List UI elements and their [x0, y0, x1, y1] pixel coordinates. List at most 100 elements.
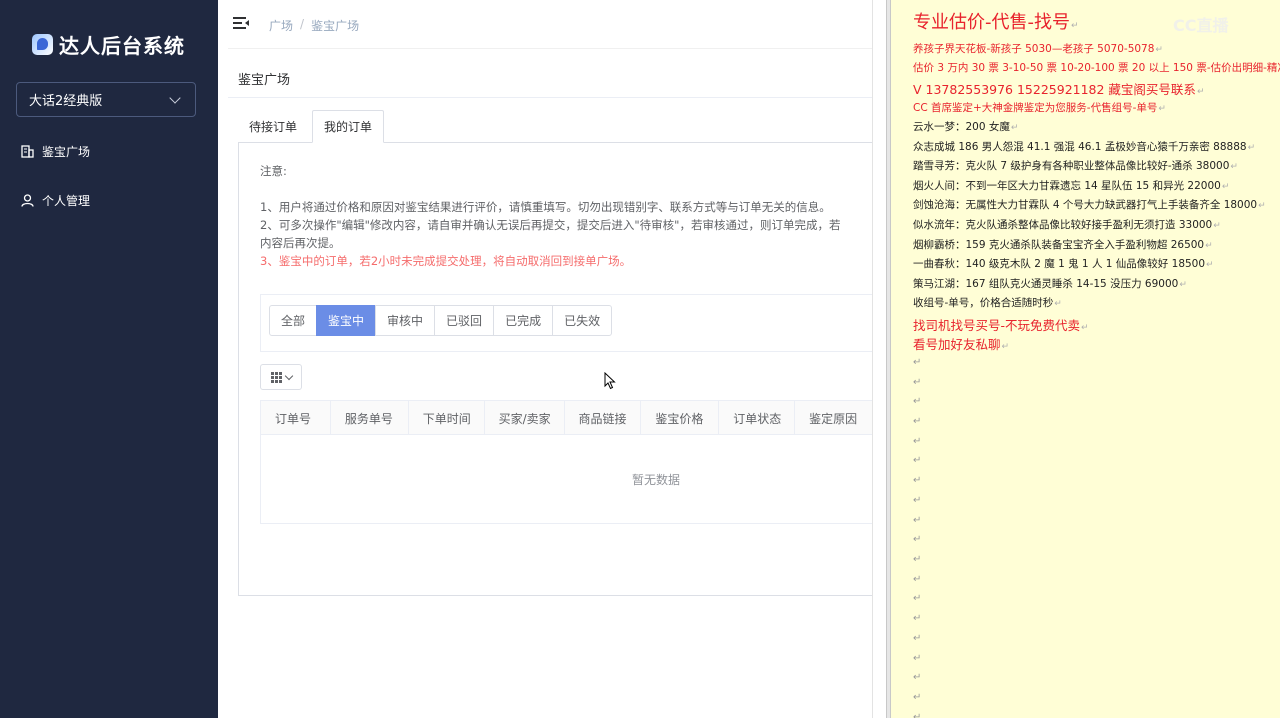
chevron-down-icon — [284, 371, 293, 380]
breadcrumb-item[interactable]: 广场 — [269, 17, 293, 34]
notice-line: 1、用户将通过价格和原因对鉴宝结果进行评价，请慎重填写。切勿出现错别字、联系方式… — [260, 200, 831, 214]
paragraph-mark-icon: ↵ — [913, 692, 922, 703]
paragraph-mark-icon: ↵ — [913, 436, 922, 447]
note-line: 找司机找号买号-不玩免费代卖↵ — [913, 318, 1089, 333]
sidebar: 达人后台系统 大话2经典版 鉴宝广场 个人管理 — [0, 0, 218, 718]
paragraph-mark-icon: ↵ — [913, 455, 922, 466]
paragraph-mark-icon: ↵ — [913, 396, 922, 407]
notice: 注意: 1、用户将通过价格和原因对鉴宝结果进行评价，请慎重填写。切勿出现错别字、… — [260, 162, 886, 270]
paragraph-mark-icon: ↵ — [913, 475, 922, 486]
paragraph-mark-icon: ↵ — [1010, 123, 1019, 133]
filter-rejected-button[interactable]: 已驳回 — [434, 305, 495, 336]
paragraph-mark-icon: ↵ — [1230, 162, 1238, 172]
note-line: 踏雪寻芳：克火队 7 级护身有各种职业整体品像比较好-通杀 38000↵ — [913, 160, 1238, 172]
notice-heading: 注意: — [260, 164, 287, 178]
paragraph-mark-icon: ↵ — [913, 416, 922, 427]
paragraph-mark-icon: ↵ — [1054, 299, 1062, 309]
paragraph-mark-icon: ↵ — [1258, 201, 1266, 211]
game-select[interactable]: 大话2经典版 — [16, 82, 196, 117]
paragraph-mark-icon: ↵ — [913, 633, 922, 644]
filter-completed-button[interactable]: 已完成 — [493, 305, 554, 336]
sidebar-item-label: 鉴宝广场 — [42, 145, 91, 159]
screen: 达人后台系统 大话2经典版 鉴宝广场 个人管理 广场 / 鉴宝广场 鉴宝广场 待… — [0, 0, 1280, 718]
paragraph-mark-icon: ↵ — [913, 377, 922, 388]
column-toggle-button[interactable] — [260, 364, 302, 390]
paragraph-mark-icon: ↵ — [1196, 87, 1205, 97]
note-line: 似水流年：克火队通杀整体品像比较好接手盈利无须打造 33000↵ — [913, 219, 1221, 231]
orders-panel: 注意: 1、用户将通过价格和原因对鉴宝结果进行评价，请慎重填写。切勿出现错别字、… — [238, 142, 886, 596]
paragraph-mark-icon: ↵ — [1071, 21, 1079, 31]
filter-reviewing-button[interactable]: 审核中 — [375, 305, 436, 336]
orders-table: 订单号 服务单号 下单时间 买家/卖家 商品链接 鉴宝价格 订单状态 鉴定原因 … — [260, 400, 886, 524]
status-filter-group: 全部 鉴宝中 审核中 已驳回 已完成 已失效 — [269, 305, 613, 336]
paragraph-mark-icon: ↵ — [1247, 143, 1256, 153]
note-line: V 13782553976 15225921182 藏宝阁买号联系↵ — [913, 82, 1205, 97]
empty-text: 暂无数据 — [631, 472, 680, 487]
note-line: 估价 3 万内 30 票 3-10-50 票 10-20-100 票 20 以上… — [913, 62, 1280, 74]
tabs: 待接订单 我的订单 — [238, 110, 886, 143]
tab-my-orders[interactable]: 我的订单 — [312, 110, 384, 143]
notice-line: 内容后再次提。 — [260, 236, 341, 250]
filter-all-button[interactable]: 全部 — [269, 305, 318, 336]
column-header[interactable]: 订单号 — [261, 401, 331, 435]
note-line: 云水一梦：200 女魔↵ — [913, 121, 1019, 133]
sidebar-item-personal[interactable]: 个人管理 — [20, 192, 90, 209]
paragraph-mark-icon: ↵ — [1179, 280, 1187, 290]
breadcrumb-separator: / — [300, 17, 305, 31]
notice-warning: 3、鉴宝中的订单，若2小时未完成提交处理，将自动取消回到接单广场。 — [260, 254, 632, 268]
topbar: 广场 / 鉴宝广场 — [218, 0, 886, 48]
watermark: CC直播 — [1173, 16, 1229, 35]
column-header[interactable]: 鉴宝价格 — [641, 401, 720, 435]
note-line: 收组号-单号，价格合适随时秒↵ — [913, 297, 1062, 309]
column-header[interactable]: 买家/卖家 — [485, 401, 565, 435]
logo-icon — [32, 34, 53, 55]
paragraph-mark-icon: ↵ — [913, 672, 922, 683]
paragraph-mark-icon: ↵ — [1081, 323, 1089, 333]
notice-line: 2、可多次操作"编辑"修改内容，请自审并确认无误后再提交，提交后进入"待审核"，… — [260, 218, 841, 232]
status-filter-box: 全部 鉴宝中 审核中 已驳回 已完成 已失效 — [260, 294, 886, 352]
note-line: 剑蚀沧海：无属性大力甘霖队 4 个号大力缺武器打气上手装备齐全 18000↵ — [913, 199, 1266, 211]
page-header: 鉴宝广场 — [228, 48, 886, 98]
brand: 达人后台系统 — [32, 30, 185, 59]
paragraph-mark-icon: ↵ — [913, 515, 922, 526]
breadcrumb-item-current: 鉴宝广场 — [311, 19, 360, 33]
filter-expired-button[interactable]: 已失效 — [552, 305, 613, 336]
sidebar-item-label: 个人管理 — [42, 194, 91, 208]
column-header[interactable]: 订单状态 — [719, 401, 796, 435]
paragraph-mark-icon: ↵ — [913, 574, 922, 585]
sidebar-item-appraisal-square[interactable]: 鉴宝广场 — [20, 143, 90, 160]
paragraph-mark-icon: ↵ — [913, 613, 922, 624]
paragraph-mark-icon: ↵ — [913, 554, 922, 565]
mouse-cursor-icon — [604, 371, 616, 394]
note-line: 看号加好友私聊↵ — [913, 337, 1010, 352]
paragraph-mark-icon: ↵ — [1001, 342, 1010, 352]
user-icon — [20, 194, 34, 208]
paragraph-mark-icon: ↵ — [1221, 182, 1230, 192]
menu-toggle-icon[interactable] — [233, 17, 249, 31]
game-select-value: 大话2经典版 — [29, 94, 103, 109]
building-icon — [20, 145, 34, 159]
paragraph-mark-icon: ↵ — [1213, 221, 1221, 231]
paragraph-mark-icon: ↵ — [913, 495, 922, 506]
paragraph-mark-icon: ↵ — [913, 357, 922, 368]
grid-icon — [270, 371, 282, 383]
note-line: 烟火人间：不到一年区大力甘霖遗忘 14 星队伍 15 和异光 22000↵ — [913, 180, 1230, 192]
paragraph-mark-icon: ↵ — [913, 712, 922, 718]
tab-pending-orders[interactable]: 待接订单 — [238, 110, 308, 143]
column-header[interactable]: 下单时间 — [409, 401, 485, 435]
vertical-scrollbar[interactable] — [872, 0, 886, 718]
chevron-down-icon — [169, 91, 181, 104]
note-line: 策马江湖：167 组队克火通灵睡杀 14-15 没压力 69000↵ — [913, 278, 1187, 290]
column-header[interactable]: 服务单号 — [331, 401, 409, 435]
paragraph-mark-icon: ↵ — [1206, 260, 1214, 270]
note-line: 养孩子界天花板-新孩子 5030—老孩子 5070-5078↵ — [913, 43, 1163, 55]
note-line: 一曲春秋：140 级克木队 2 魔 1 鬼 1 人 1 仙品像较好 18500↵ — [913, 258, 1214, 270]
filter-appraising-button[interactable]: 鉴宝中 — [316, 305, 377, 336]
table-header: 订单号 服务单号 下单时间 买家/卖家 商品链接 鉴宝价格 订单状态 鉴定原因 — [261, 401, 886, 435]
column-header[interactable]: 商品链接 — [565, 401, 642, 435]
note-panel: CC直播 专业估价-代售-找号↵ 养孩子界天花板-新孩子 5030—老孩子 507… — [891, 0, 1280, 718]
note-line: CC 首席鉴定+大神金牌鉴定为您服务-代售组号-单号↵ — [913, 102, 1166, 114]
paragraph-mark-icon: ↵ — [1158, 104, 1166, 114]
paragraph-mark-icon: ↵ — [913, 653, 922, 664]
brand-title: 达人后台系统 — [59, 34, 185, 58]
